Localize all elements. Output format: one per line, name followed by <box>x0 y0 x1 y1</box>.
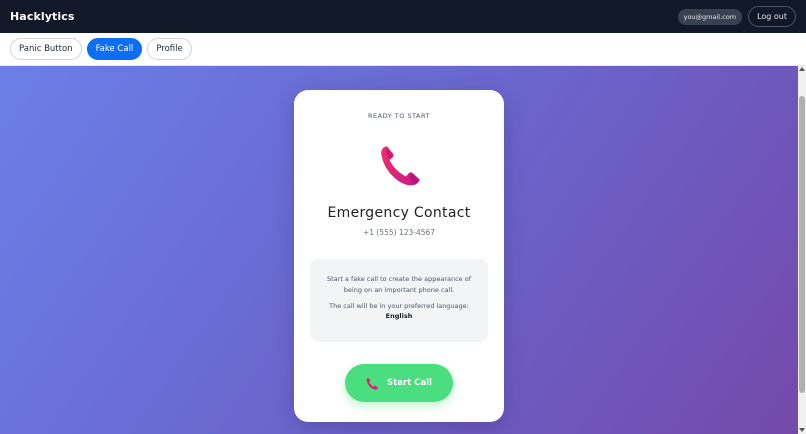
phone-handset-icon <box>366 377 379 390</box>
contact-number: +1 (555) 123-4567 <box>362 228 436 237</box>
scroll-down-arrow-icon[interactable] <box>799 428 805 432</box>
vertical-scrollbar[interactable] <box>798 66 806 434</box>
tab-bar: Panic Button Fake Call Profile <box>0 33 806 66</box>
fake-call-card: READY TO START Emergency Contact +1 (555… <box>294 90 504 422</box>
phone-handset-icon <box>381 146 420 186</box>
scrollbar-thumb[interactable] <box>799 96 805 393</box>
brand-logo[interactable]: Hacklytics <box>10 10 75 23</box>
logout-button[interactable]: Log out <box>748 6 796 27</box>
start-call-button[interactable]: Start Call <box>345 364 453 402</box>
user-email-badge: you@gmail.com <box>677 8 743 25</box>
language-label: The call will be in your preferred langu… <box>329 302 469 310</box>
tab-fake-call[interactable]: Fake Call <box>86 38 143 60</box>
contact-name: Emergency Contact <box>327 205 471 221</box>
call-status: READY TO START <box>368 112 430 120</box>
user-area: you@gmail.com Log out <box>677 6 796 27</box>
top-navbar: Hacklytics you@gmail.com Log out <box>0 0 806 33</box>
tab-profile[interactable]: Profile <box>147 38 192 60</box>
gradient-background: READY TO START Emergency Contact +1 (555… <box>0 66 798 434</box>
language-value: English <box>385 312 413 320</box>
start-call-label: Start Call <box>387 378 432 388</box>
info-description: Start a fake call to create the appearan… <box>326 275 472 294</box>
tab-panic-button[interactable]: Panic Button <box>10 38 82 60</box>
info-box: Start a fake call to create the appearan… <box>310 259 488 342</box>
scroll-up-arrow-icon[interactable] <box>799 67 805 71</box>
